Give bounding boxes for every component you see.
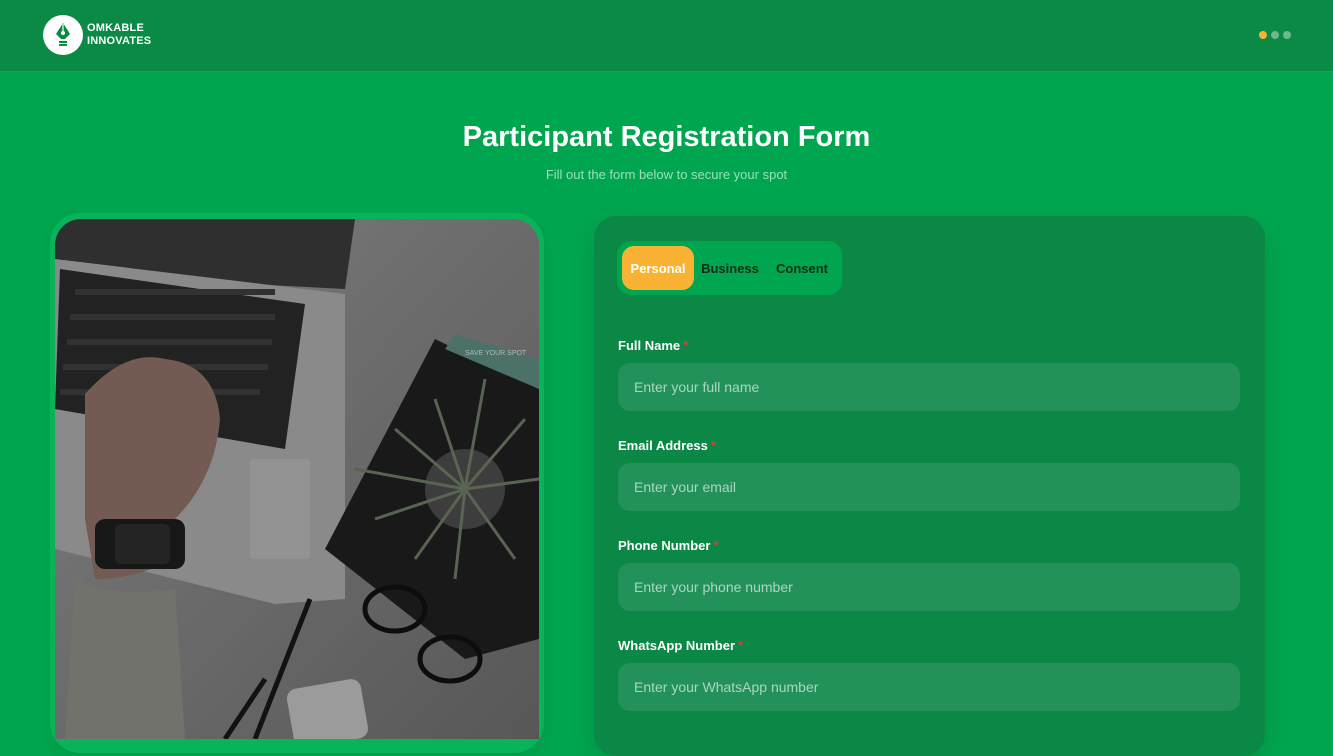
full-name-label: Full Name * bbox=[618, 338, 688, 353]
required-asterisk: * bbox=[683, 338, 689, 353]
whatsapp-label-text: WhatsApp Number bbox=[618, 638, 735, 653]
tab-consent[interactable]: Consent bbox=[766, 246, 838, 290]
email-label-text: Email Address bbox=[618, 438, 708, 453]
top-bar: OMKABLE INNOVATES bbox=[0, 0, 1333, 72]
brand-line-1: OMKABLE bbox=[87, 22, 145, 34]
pen-nib-icon bbox=[43, 15, 83, 55]
tab-personal[interactable]: Personal bbox=[622, 246, 694, 290]
whatsapp-input[interactable] bbox=[618, 663, 1240, 711]
phone-label-text: Phone Number bbox=[618, 538, 711, 553]
brand-name: OMKABLE INNOVATES bbox=[87, 22, 151, 48]
email-input[interactable] bbox=[618, 463, 1240, 511]
phone-label: Phone Number * bbox=[618, 538, 719, 553]
workspace-photo: SAVE YOUR SPOT bbox=[55, 219, 539, 739]
whatsapp-label: WhatsApp Number * bbox=[618, 638, 743, 653]
indicator-dot-2[interactable] bbox=[1271, 31, 1279, 39]
form-tabs: Personal Business Consent bbox=[617, 241, 842, 295]
brand-logo[interactable]: OMKABLE INNOVATES bbox=[43, 15, 151, 55]
required-asterisk: * bbox=[713, 538, 719, 553]
required-asterisk: * bbox=[738, 638, 744, 653]
full-name-input[interactable] bbox=[618, 363, 1240, 411]
tab-business[interactable]: Business bbox=[694, 246, 766, 290]
email-label: Email Address * bbox=[618, 438, 716, 453]
brand-line-2: INNOVATES bbox=[87, 35, 152, 47]
indicator-dot-3[interactable] bbox=[1283, 31, 1291, 39]
registration-form: Personal Business Consent Full Name* Ema… bbox=[594, 216, 1265, 756]
required-asterisk: * bbox=[710, 438, 716, 453]
full-name-label-text: Full Name bbox=[618, 338, 681, 353]
page-title: Participant Registration Form bbox=[462, 121, 871, 153]
page-subtitle: Fill out the form below to secure your s… bbox=[545, 167, 788, 182]
indicator-dot-1[interactable] bbox=[1259, 31, 1267, 39]
page-indicator bbox=[1259, 31, 1291, 39]
phone-input[interactable] bbox=[618, 563, 1240, 611]
image-card: SAVE YOUR SPOT bbox=[50, 213, 544, 753]
